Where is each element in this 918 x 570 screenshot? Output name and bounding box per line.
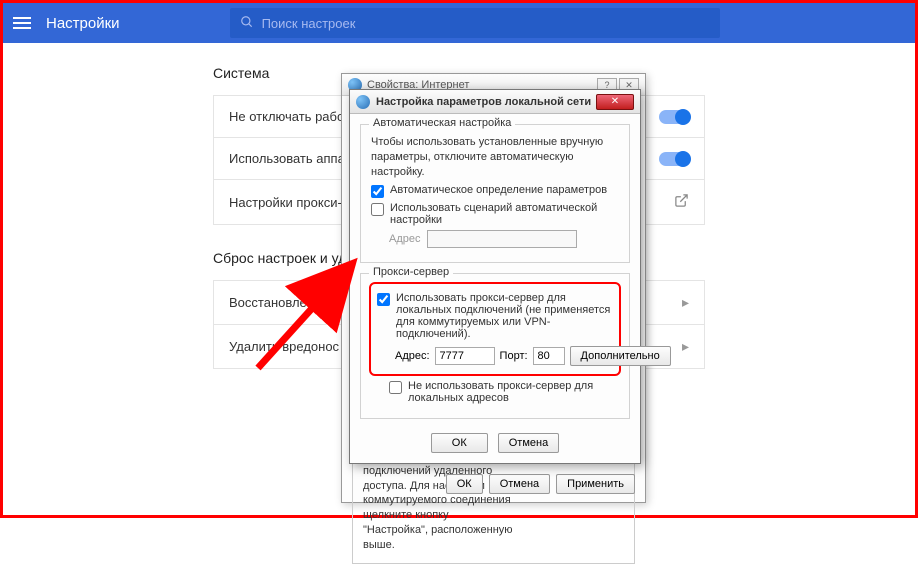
auto-legend: Автоматическая настройка	[369, 117, 515, 129]
ok-button[interactable]: ОК	[446, 474, 483, 494]
cancel-button[interactable]: Отмена	[498, 433, 559, 453]
chevron-right-icon: ▸	[682, 338, 689, 355]
proxy-addr-label: Адрес:	[395, 350, 430, 362]
use-script-row[interactable]: Использовать сценарий автоматической нас…	[371, 202, 619, 226]
page-title: Настройки	[46, 15, 120, 32]
bypass-local-row[interactable]: Не использовать прокси-сервер для локаль…	[389, 380, 619, 404]
row-label: Использовать аппа	[229, 151, 345, 166]
auto-group: Автоматическая настройка Чтобы использов…	[360, 124, 630, 263]
bypass-local-checkbox[interactable]	[389, 381, 402, 394]
globe-icon	[356, 95, 370, 109]
highlight-box: Использовать прокси-сервер для локальных…	[369, 282, 621, 376]
row-label: Восстановление на	[229, 295, 346, 310]
script-addr-input	[427, 230, 577, 248]
dialog-title: Настройка параметров локальной сети	[376, 96, 596, 108]
cancel-button[interactable]: Отмена	[489, 474, 550, 494]
row-label: Удалить вредонос	[229, 339, 339, 354]
use-proxy-checkbox[interactable]	[377, 293, 390, 306]
dialog-titlebar[interactable]: Настройка параметров локальной сети ✕	[350, 90, 640, 114]
proxy-port-input[interactable]	[533, 347, 565, 365]
apply-button[interactable]: Применить	[556, 474, 635, 494]
row-label: Не отключать рабо	[229, 109, 344, 124]
hamburger-icon[interactable]	[13, 17, 31, 29]
proxy-port-label: Порт:	[500, 350, 528, 362]
use-proxy-label: Использовать прокси-сервер для локальных…	[396, 292, 613, 340]
chevron-right-icon: ▸	[682, 294, 689, 311]
external-link-icon[interactable]	[674, 193, 689, 211]
search-input[interactable]	[262, 16, 710, 31]
use-script-label: Использовать сценарий автоматической нас…	[390, 202, 619, 226]
lan-settings-dialog: Настройка параметров локальной сети ✕ Ав…	[349, 89, 641, 464]
bypass-local-label: Не использовать прокси-сервер для локаль…	[408, 380, 619, 404]
row-label: Настройки прокси-	[229, 195, 342, 210]
script-addr-label: Адрес	[389, 233, 421, 245]
auto-detect-row[interactable]: Автоматическое определение параметров	[371, 184, 619, 198]
use-script-checkbox[interactable]	[371, 203, 384, 216]
use-proxy-row[interactable]: Использовать прокси-сервер для локальных…	[377, 292, 613, 340]
search-box[interactable]	[230, 8, 720, 38]
auto-detect-label: Автоматическое определение параметров	[390, 184, 607, 196]
close-button[interactable]: ✕	[596, 94, 634, 110]
ok-button[interactable]: ОК	[431, 433, 488, 453]
search-icon	[240, 15, 254, 32]
proxy-addr-input[interactable]	[435, 347, 495, 365]
advanced-button[interactable]: Дополнительно	[570, 346, 671, 366]
proxy-legend: Прокси-сервер	[369, 266, 453, 278]
proxy-group: Прокси-сервер Использовать прокси-сервер…	[360, 273, 630, 419]
auto-detect-checkbox[interactable]	[371, 185, 384, 198]
auto-desc: Чтобы использовать установленные вручную…	[371, 135, 619, 180]
toggle-on-icon[interactable]	[659, 152, 689, 166]
toggle-on-icon[interactable]	[659, 110, 689, 124]
